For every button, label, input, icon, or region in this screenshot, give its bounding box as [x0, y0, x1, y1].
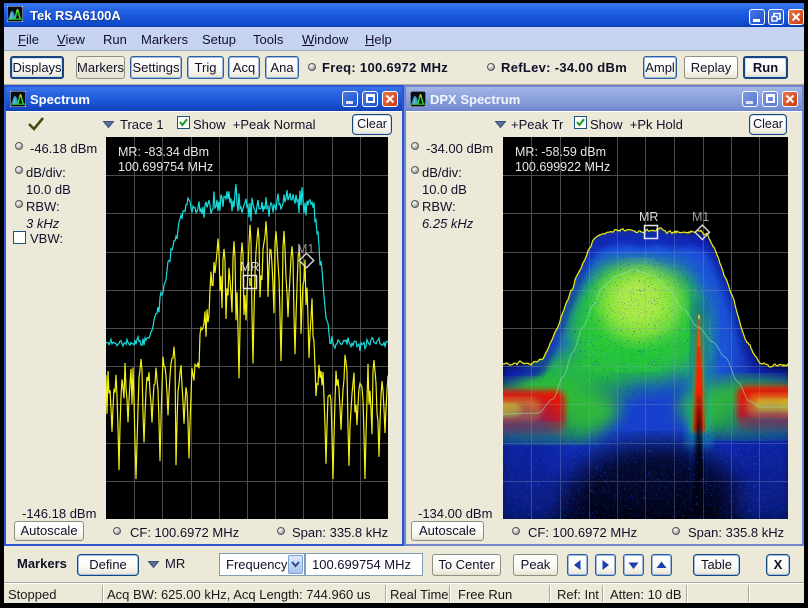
- svg-text:M1: M1: [692, 210, 709, 224]
- svg-text:MR: MR: [240, 260, 259, 274]
- svg-text:MR: MR: [639, 210, 658, 224]
- svg-text:100.699922 MHz: 100.699922 MHz: [515, 160, 610, 174]
- svg-text:MR: -83.34 dBm: MR: -83.34 dBm: [118, 145, 209, 159]
- svg-text:MR: -58.59 dBm: MR: -58.59 dBm: [515, 145, 606, 159]
- svg-text:100.699754 MHz: 100.699754 MHz: [118, 160, 213, 174]
